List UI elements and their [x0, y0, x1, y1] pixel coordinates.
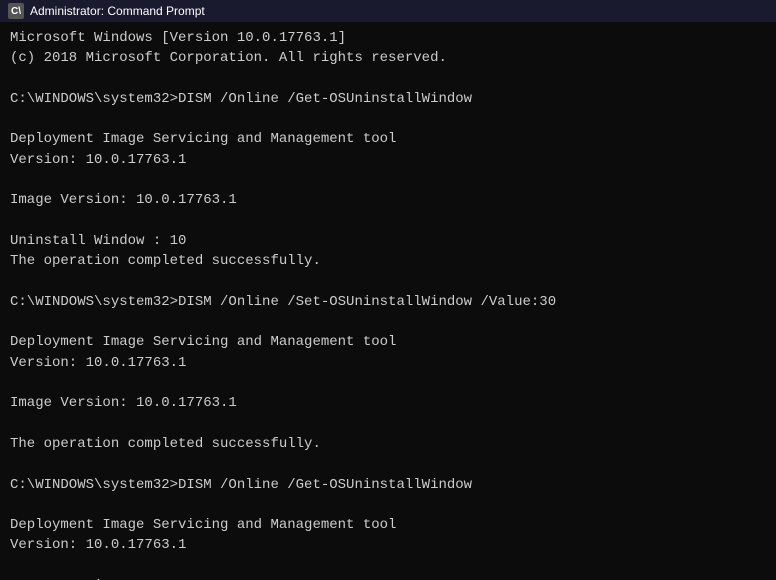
terminal-line: Uninstall Window : 10 — [10, 231, 766, 251]
terminal-line — [10, 495, 766, 515]
terminal-line — [10, 211, 766, 231]
terminal-line: C:\WINDOWS\system32>DISM /Online /Set-OS… — [10, 292, 766, 312]
terminal-line — [10, 69, 766, 89]
terminal-line: Deployment Image Servicing and Managemen… — [10, 515, 766, 535]
terminal-line: Deployment Image Servicing and Managemen… — [10, 129, 766, 149]
terminal-line: The operation completed successfully. — [10, 251, 766, 271]
window-title: Administrator: Command Prompt — [30, 4, 205, 18]
terminal-line — [10, 170, 766, 190]
terminal-line — [10, 414, 766, 434]
terminal-line — [10, 454, 766, 474]
app-icon: C\ — [8, 3, 24, 19]
terminal-line: The operation completed successfully. — [10, 434, 766, 454]
terminal-line: Image Version: 10.0.17763.1 — [10, 393, 766, 413]
title-bar: C\ Administrator: Command Prompt — [0, 0, 776, 22]
terminal-line: (c) 2018 Microsoft Corporation. All righ… — [10, 48, 766, 68]
terminal-line: C:\WINDOWS\system32>DISM /Online /Get-OS… — [10, 89, 766, 109]
terminal-line: Version: 10.0.17763.1 — [10, 535, 766, 555]
terminal-line — [10, 373, 766, 393]
terminal-line: Image Version: 10.0.17763.1 — [10, 190, 766, 210]
terminal-line: C:\WINDOWS\system32>DISM /Online /Get-OS… — [10, 475, 766, 495]
terminal-line — [10, 312, 766, 332]
terminal-body: Microsoft Windows [Version 10.0.17763.1]… — [0, 22, 776, 580]
terminal-line: Version: 10.0.17763.1 — [10, 353, 766, 373]
terminal-line: Version: 10.0.17763.1 — [10, 150, 766, 170]
terminal-line — [10, 556, 766, 576]
terminal-line — [10, 272, 766, 292]
terminal-line — [10, 109, 766, 129]
terminal-line: Image Version: 10.0.17763.1 — [10, 576, 766, 580]
terminal-line: Microsoft Windows [Version 10.0.17763.1] — [10, 28, 766, 48]
terminal-line: Deployment Image Servicing and Managemen… — [10, 332, 766, 352]
